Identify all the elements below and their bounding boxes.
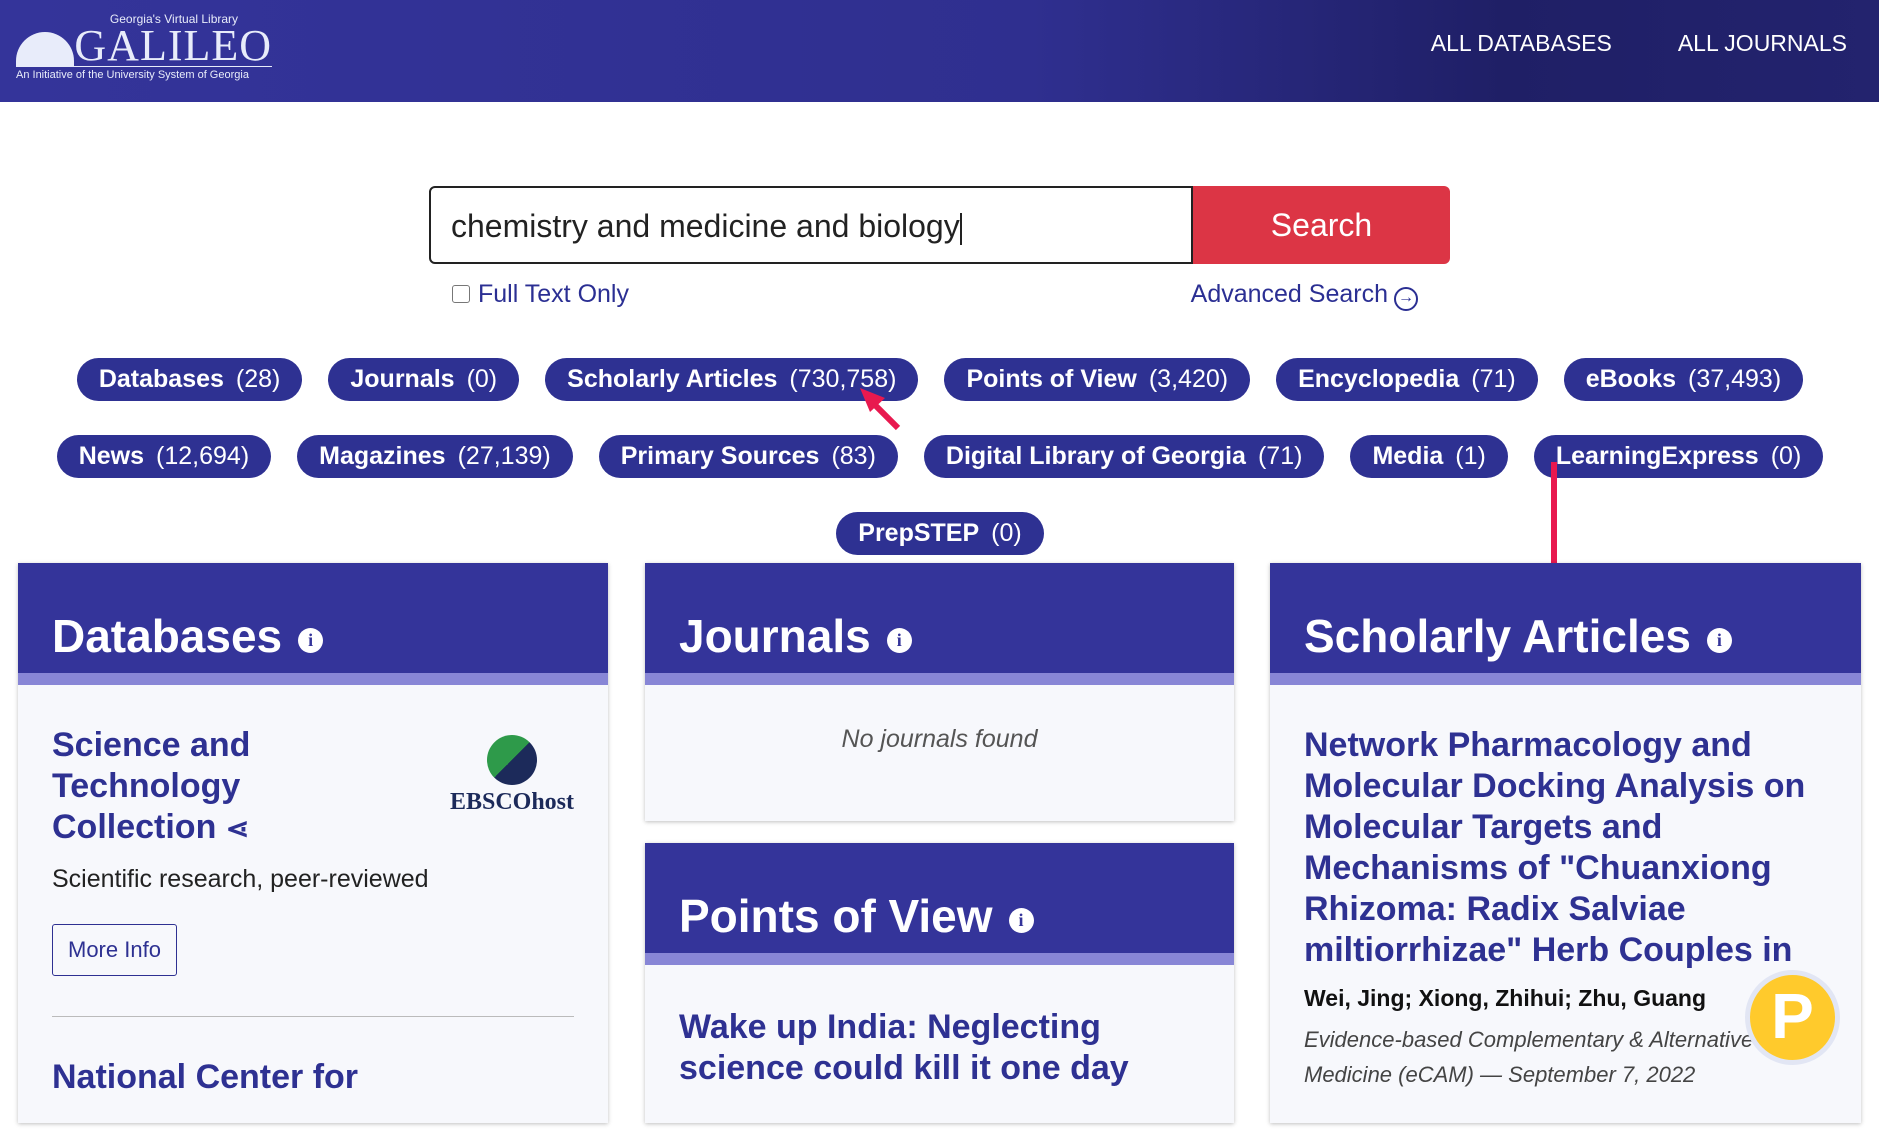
journals-heading: Journals i xyxy=(645,563,1234,685)
scholarly-articles-heading: Scholarly Articles i xyxy=(1270,563,1861,685)
p-assistant-icon[interactable]: P xyxy=(1745,970,1840,1065)
info-icon[interactable]: i xyxy=(1008,908,1034,933)
database-title-link[interactable]: Science and Technology Collection ⋖ xyxy=(52,725,292,849)
database-title-link[interactable]: National Center for xyxy=(52,1057,574,1098)
databases-heading: Databases i xyxy=(18,563,608,685)
points-of-view-heading: Points of View i xyxy=(645,843,1234,965)
info-icon[interactable]: i xyxy=(1706,628,1732,653)
ebscohost-logo: EBSCOhost xyxy=(450,735,574,849)
divider xyxy=(52,1016,574,1017)
ebsco-logo-mark xyxy=(486,735,537,785)
article-title-link[interactable]: Network Pharmacology and Molecular Docki… xyxy=(1304,725,1827,971)
share-icon[interactable]: ⋖ xyxy=(226,813,249,844)
databases-card: Databases i Science and Technology Collec… xyxy=(18,563,608,1123)
info-icon[interactable]: i xyxy=(298,628,324,653)
more-info-button[interactable]: More Info xyxy=(52,924,177,976)
info-icon[interactable]: i xyxy=(886,628,912,653)
no-journals-message: No journals found xyxy=(841,725,1038,753)
pov-title-link[interactable]: Wake up India: Neglecting science could … xyxy=(679,1007,1200,1089)
database-description: Scientific research, peer-reviewed xyxy=(52,865,429,893)
journals-card: Journals i No journals found xyxy=(645,563,1234,821)
points-of-view-card: Points of View i Wake up India: Neglectin… xyxy=(645,843,1234,1123)
